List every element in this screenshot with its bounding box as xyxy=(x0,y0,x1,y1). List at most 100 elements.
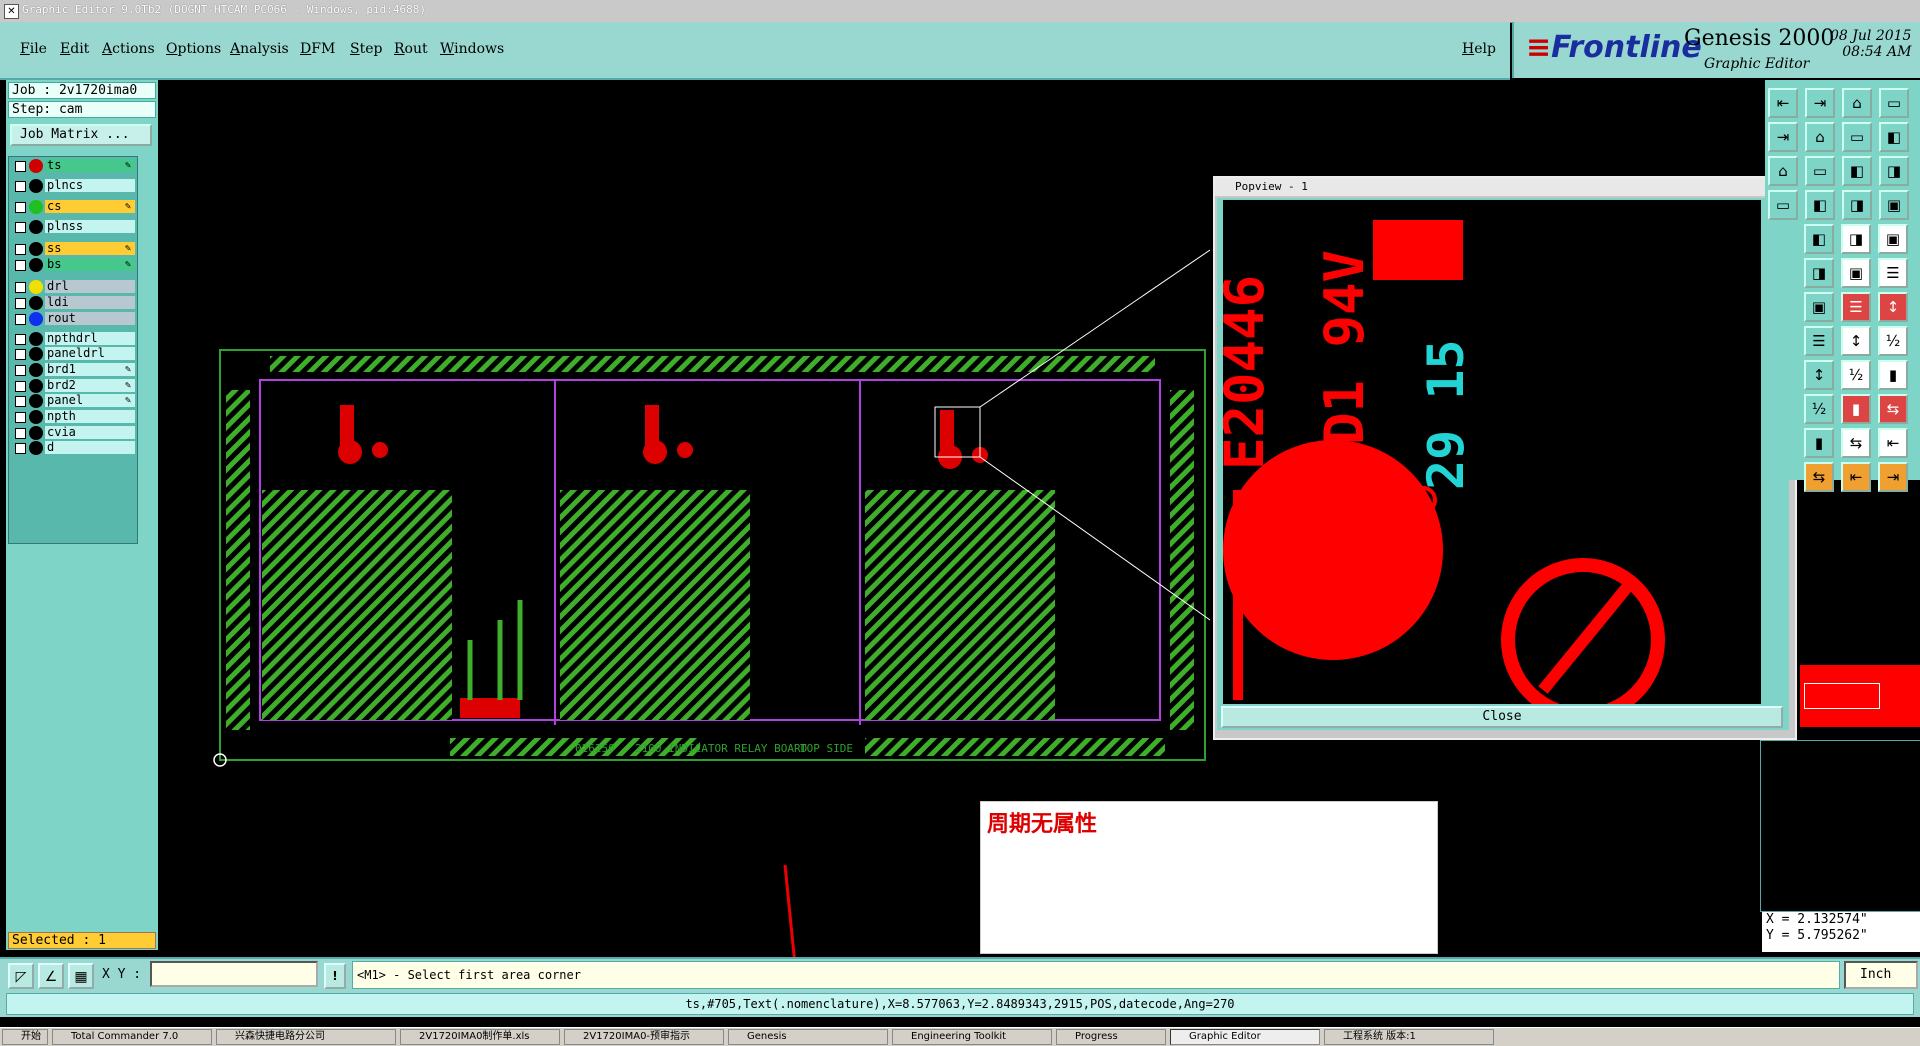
layer-label[interactable]: npth xyxy=(45,410,135,424)
layer-display-checkbox[interactable] xyxy=(15,201,26,213)
delete-icon[interactable]: ↕ xyxy=(1841,326,1871,356)
layer-display-checkbox[interactable] xyxy=(15,412,26,424)
snap-icon[interactable]: ▮ xyxy=(1804,428,1834,458)
layer-display-checkbox[interactable] xyxy=(15,297,26,309)
menu-help[interactable]: Help xyxy=(1462,41,1496,57)
menu-dfm[interactable]: DFM xyxy=(300,41,335,57)
add-icon[interactable]: ◨ xyxy=(1879,156,1909,186)
menu-rout[interactable]: Rout xyxy=(394,41,428,57)
layer-label[interactable]: rout xyxy=(45,311,135,325)
menu-options[interactable]: Options xyxy=(166,41,221,57)
layer-drl[interactable]: drl xyxy=(11,280,135,295)
layer-ss[interactable]: ss ✎ xyxy=(11,242,135,257)
layer-display-checkbox[interactable] xyxy=(15,181,26,193)
job-matrix-button[interactable]: Job Matrix ... xyxy=(10,124,152,146)
taskbar-item[interactable]: Progress xyxy=(1056,1029,1166,1045)
layer-display-checkbox[interactable] xyxy=(15,259,26,271)
layer-label[interactable]: ldi xyxy=(45,295,135,309)
layer-paneldrl[interactable]: paneldrl xyxy=(11,347,135,362)
layer-rout[interactable]: rout xyxy=(11,311,135,326)
layer-npth[interactable]: npth xyxy=(11,410,135,425)
taskbar-item[interactable]: 工程系统 版本:1 xyxy=(1324,1029,1494,1045)
delete-icon[interactable]: ⇤ xyxy=(1841,462,1871,492)
taskbar-item[interactable]: 2V1720IMA0制作单.xls xyxy=(400,1029,560,1045)
redraw-icon[interactable]: ▭ xyxy=(1879,88,1909,118)
measure-icon[interactable]: ☰ xyxy=(1878,258,1908,288)
zoom-home-icon[interactable]: ↕ xyxy=(1804,360,1834,390)
grid-icon[interactable]: ▭ xyxy=(1805,156,1835,186)
popview-close-button[interactable]: Close xyxy=(1221,706,1783,728)
add-icon[interactable]: ☰ xyxy=(1804,326,1834,356)
menu-edit[interactable]: Edit xyxy=(60,41,89,57)
layer-label[interactable]: ts ✎ xyxy=(45,159,135,173)
zoom-in-icon[interactable]: ◨ xyxy=(1841,224,1871,254)
layer-label[interactable]: d xyxy=(45,441,135,455)
select-icon[interactable]: ⇤ xyxy=(1878,428,1908,458)
layer-label[interactable]: cvia xyxy=(45,425,135,439)
grid-icon[interactable]: ☰ xyxy=(1841,292,1871,322)
layer-ldi[interactable]: ldi xyxy=(11,295,135,310)
zoom-in-icon[interactable]: ½ xyxy=(1841,360,1871,390)
layer-cvia[interactable]: cvia xyxy=(11,425,135,440)
layer-label[interactable]: plnss xyxy=(45,219,135,233)
layer-display-checkbox[interactable] xyxy=(15,282,26,294)
layer-d[interactable]: d xyxy=(11,441,135,456)
layer-display-checkbox[interactable] xyxy=(15,427,26,439)
pan-icon[interactable]: ▮ xyxy=(1841,394,1871,424)
layer-brd1[interactable]: brd1 ✎ xyxy=(11,363,135,378)
zoom-home-icon[interactable]: ◧ xyxy=(1804,224,1834,254)
layer-label[interactable]: panel ✎ xyxy=(45,394,135,408)
layer-plncs[interactable]: plncs xyxy=(11,179,135,194)
redraw-icon[interactable]: ⇥ xyxy=(1768,122,1798,152)
layer-panel[interactable]: panel ✎ xyxy=(11,394,135,409)
snap-icon[interactable]: ▣ xyxy=(1804,292,1834,322)
select-icon[interactable]: ↕ xyxy=(1878,292,1908,322)
menu-analysis[interactable]: Analysis xyxy=(230,41,289,57)
taskbar-item[interactable]: Genesis xyxy=(728,1029,888,1045)
snap-icon[interactable]: ⌂ xyxy=(1768,156,1798,186)
layer-display-checkbox[interactable] xyxy=(15,161,26,173)
mini-map[interactable] xyxy=(1800,665,1920,727)
layer-bs[interactable]: bs ✎ xyxy=(11,257,135,272)
taskbar-item[interactable]: 兴森快捷电路分公司 xyxy=(216,1029,396,1045)
zoom-home-icon[interactable]: ⇤ xyxy=(1768,88,1798,118)
measure-icon[interactable]: ▭ xyxy=(1842,122,1872,152)
layer-display-checkbox[interactable] xyxy=(15,380,26,392)
angle-mode-icon[interactable]: ∠ xyxy=(38,963,64,989)
menu-file[interactable]: File xyxy=(20,41,47,57)
zoom-in-icon[interactable]: ⇥ xyxy=(1805,88,1835,118)
menu-step[interactable]: Step xyxy=(350,41,382,57)
layer-display-checkbox[interactable] xyxy=(15,349,26,361)
redraw-icon[interactable]: ◨ xyxy=(1804,258,1834,288)
layer-label[interactable]: bs ✎ xyxy=(45,257,135,271)
layer-display-checkbox[interactable] xyxy=(15,443,26,455)
layer-display-checkbox[interactable] xyxy=(15,221,26,233)
add-icon[interactable]: ⇆ xyxy=(1804,462,1834,492)
start-button[interactable]: 开始 xyxy=(2,1029,48,1045)
pan-icon[interactable]: ⌂ xyxy=(1805,122,1835,152)
delete-icon[interactable]: ◧ xyxy=(1805,190,1835,220)
zoom-fit-icon[interactable]: ⌂ xyxy=(1842,88,1872,118)
popview-canvas[interactable]: E20446 D1 94V 29 15 xyxy=(1223,200,1761,704)
layer-display-checkbox[interactable] xyxy=(15,333,26,345)
grid-mode-icon[interactable]: ▦ xyxy=(68,963,94,989)
zoom-home-icon[interactable]: ▣ xyxy=(1879,190,1909,220)
layer-display-checkbox[interactable] xyxy=(15,396,26,408)
menu-actions[interactable]: Actions xyxy=(102,41,155,57)
layer-label[interactable]: plncs xyxy=(45,179,135,193)
info-button[interactable]: ! xyxy=(324,963,346,989)
taskbar-item[interactable]: Engineering Toolkit xyxy=(892,1029,1052,1045)
move-icon[interactable]: ½ xyxy=(1878,326,1908,356)
snap-mode-icon[interactable]: ◸ xyxy=(8,963,34,989)
layer-plnss[interactable]: plnss xyxy=(11,219,135,234)
add-icon[interactable]: ▭ xyxy=(1768,190,1798,220)
layer-display-checkbox[interactable] xyxy=(15,365,26,377)
pan-icon[interactable]: ▣ xyxy=(1841,258,1871,288)
layer-label[interactable]: brd2 ✎ xyxy=(45,378,135,392)
layer-label[interactable]: ss ✎ xyxy=(45,242,135,256)
taskbar-item[interactable]: Graphic Editor xyxy=(1170,1029,1320,1045)
taskbar-item[interactable]: Total Commander 7.0 xyxy=(52,1029,212,1045)
zoom-fit-icon[interactable]: ▣ xyxy=(1878,224,1908,254)
layer-label[interactable]: cs ✎ xyxy=(45,199,135,213)
layer-label[interactable]: paneldrl xyxy=(45,347,135,361)
